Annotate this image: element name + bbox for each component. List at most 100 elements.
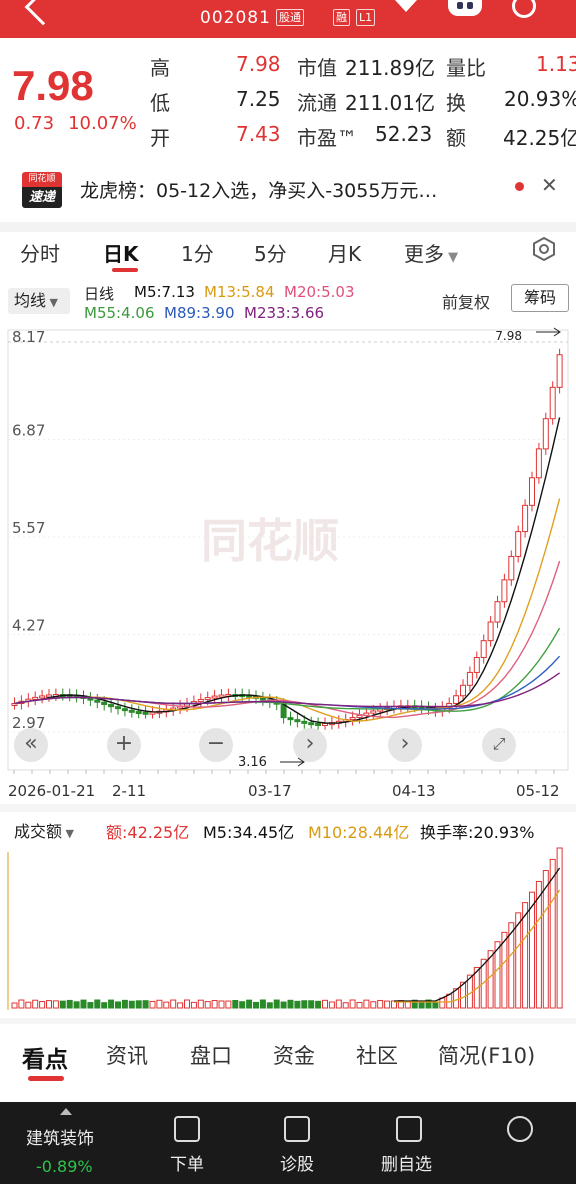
candle (128, 709, 135, 713)
order-icon[interactable] (174, 1116, 200, 1142)
order-button[interactable]: 下单 (170, 1150, 204, 1175)
volume-caret-icon: ▼ (62, 827, 74, 840)
volume-bar (73, 1001, 80, 1009)
tab-daily-k[interactable]: 日K (103, 238, 139, 267)
active-tab-indicator (112, 268, 138, 272)
volume-bar (170, 999, 177, 1009)
logo-bottom: 速递 (22, 187, 62, 208)
amount-value: 42.25亿 (503, 126, 576, 150)
bottom-action-bar: 建筑装饰 -0.89% 下单 诊股 删自选 (0, 1102, 576, 1184)
connect-tag: 股通 (276, 9, 304, 26)
volume-bar (266, 1002, 273, 1009)
vr-label: 量比 (446, 56, 486, 80)
tab-community[interactable]: 社区 (356, 1040, 398, 1070)
volume-bar (32, 999, 39, 1009)
volume-bar (280, 1001, 287, 1009)
y-tick-label: 6.87 (12, 422, 45, 440)
volume-bar (25, 1001, 32, 1009)
tab-5min[interactable]: 5分 (254, 238, 287, 267)
price-change: 0.73 10.07% (14, 113, 137, 134)
volume-bar (418, 1001, 425, 1009)
tab-intraday[interactable]: 分时 (20, 238, 60, 267)
ma13-value: M13:5.84 (204, 283, 275, 301)
volume-bar (149, 1000, 156, 1009)
diagnose-button[interactable]: 诊股 (280, 1150, 314, 1175)
candle (87, 697, 94, 701)
candle (487, 621, 494, 642)
y-tick-label: 4.27 (12, 617, 45, 635)
candle (39, 695, 46, 699)
candle (259, 697, 266, 701)
bottom-tab-indicator (28, 1076, 64, 1081)
low-value: 7.25 (236, 87, 281, 111)
settings-icon[interactable] (532, 237, 556, 261)
candle (370, 710, 377, 714)
volume-chart[interactable] (0, 840, 576, 1012)
sector-name[interactable]: 建筑装饰 (26, 1124, 94, 1149)
max-price-label: 7.98 (495, 329, 522, 343)
tab-profile[interactable]: 简况(F10) (438, 1040, 535, 1070)
candle (115, 706, 121, 710)
volume-bar (384, 1000, 391, 1009)
ma-selector[interactable]: 均线 ▼ (8, 288, 70, 314)
banner-text[interactable]: 龙虎榜：05-12入选，净买入-3055万元… (80, 176, 437, 203)
price-adjust-option[interactable]: 前复权 (442, 289, 490, 313)
more-menu-icon[interactable] (507, 1116, 533, 1142)
tab-news[interactable]: 资讯 (106, 1040, 148, 1070)
volume-bar (301, 1000, 308, 1009)
ma-selector-label: 均线 (14, 291, 47, 310)
open-value: 7.43 (236, 122, 281, 146)
candle (356, 714, 363, 719)
turnover-label: 换 (446, 91, 466, 115)
volume-bar (363, 999, 370, 1009)
dragon-tiger-banner[interactable]: 同花顺 速递 龙虎榜：05-12入选，净买入-3055万元… ✕ (0, 158, 576, 220)
volume-bar (273, 999, 280, 1009)
volume-bar (11, 1002, 18, 1009)
volume-bar (377, 999, 384, 1009)
volume-bar (294, 1000, 301, 1009)
next-button[interactable]: › (388, 728, 422, 762)
top-bar: 002081 股通 融 L1 (0, 0, 576, 38)
quote-panel: 7.98 0.73 10.07% 高 低 开 7.98 7.25 7.43 市值 … (0, 38, 576, 156)
more-caret-icon: ▼ (444, 250, 459, 265)
volume-bar (204, 1001, 211, 1009)
tab-more[interactable]: 更多 ▼ (404, 238, 458, 267)
close-icon[interactable]: ✕ (541, 173, 558, 197)
tab-orderbook[interactable]: 盘口 (190, 1040, 232, 1070)
volume-bar (59, 1000, 66, 1009)
search-icon[interactable] (512, 0, 536, 18)
volume-bar (121, 999, 128, 1009)
volume-bar (184, 999, 190, 1009)
tab-funds[interactable]: 资金 (273, 1040, 315, 1070)
volume-bar (18, 999, 25, 1009)
ma-prefix: 日线 (84, 285, 115, 303)
pe-label: 市盈™ (297, 126, 357, 150)
fullscreen-icon[interactable]: ⤢ (482, 728, 516, 762)
volume-selector[interactable]: 成交额 ▼ (14, 818, 74, 842)
volume-bar (218, 1000, 225, 1009)
vr-value: 1.13 (536, 52, 576, 76)
candle (473, 657, 480, 673)
volume-bar (128, 1000, 135, 1009)
assistant-icon[interactable] (448, 0, 482, 16)
volume-bar (80, 999, 87, 1009)
expand-up-icon[interactable] (60, 1108, 72, 1115)
tab-1min[interactable]: 1分 (181, 238, 214, 267)
scroll-right-step-button[interactable]: › (293, 728, 327, 762)
volume-bar (225, 1000, 232, 1009)
divider (0, 804, 576, 812)
volume-bar (135, 1000, 142, 1009)
remove-watchlist-button[interactable]: 删自选 (381, 1150, 432, 1175)
scroll-left-button[interactable]: « (14, 728, 48, 762)
back-icon[interactable] (24, 0, 62, 26)
remove-watchlist-icon[interactable] (396, 1116, 422, 1142)
dropdown-icon[interactable] (395, 0, 417, 12)
tab-highlights[interactable]: 看点 (22, 1040, 68, 1074)
diagnose-icon[interactable] (284, 1116, 310, 1142)
volume-bar (101, 1002, 108, 1009)
zoom-in-button[interactable]: + (107, 728, 141, 762)
chips-button[interactable]: 筹码 (511, 284, 569, 312)
zoom-out-button[interactable]: − (199, 728, 233, 762)
volume-bar (335, 999, 342, 1009)
tab-monthly-k[interactable]: 月K (328, 238, 361, 267)
